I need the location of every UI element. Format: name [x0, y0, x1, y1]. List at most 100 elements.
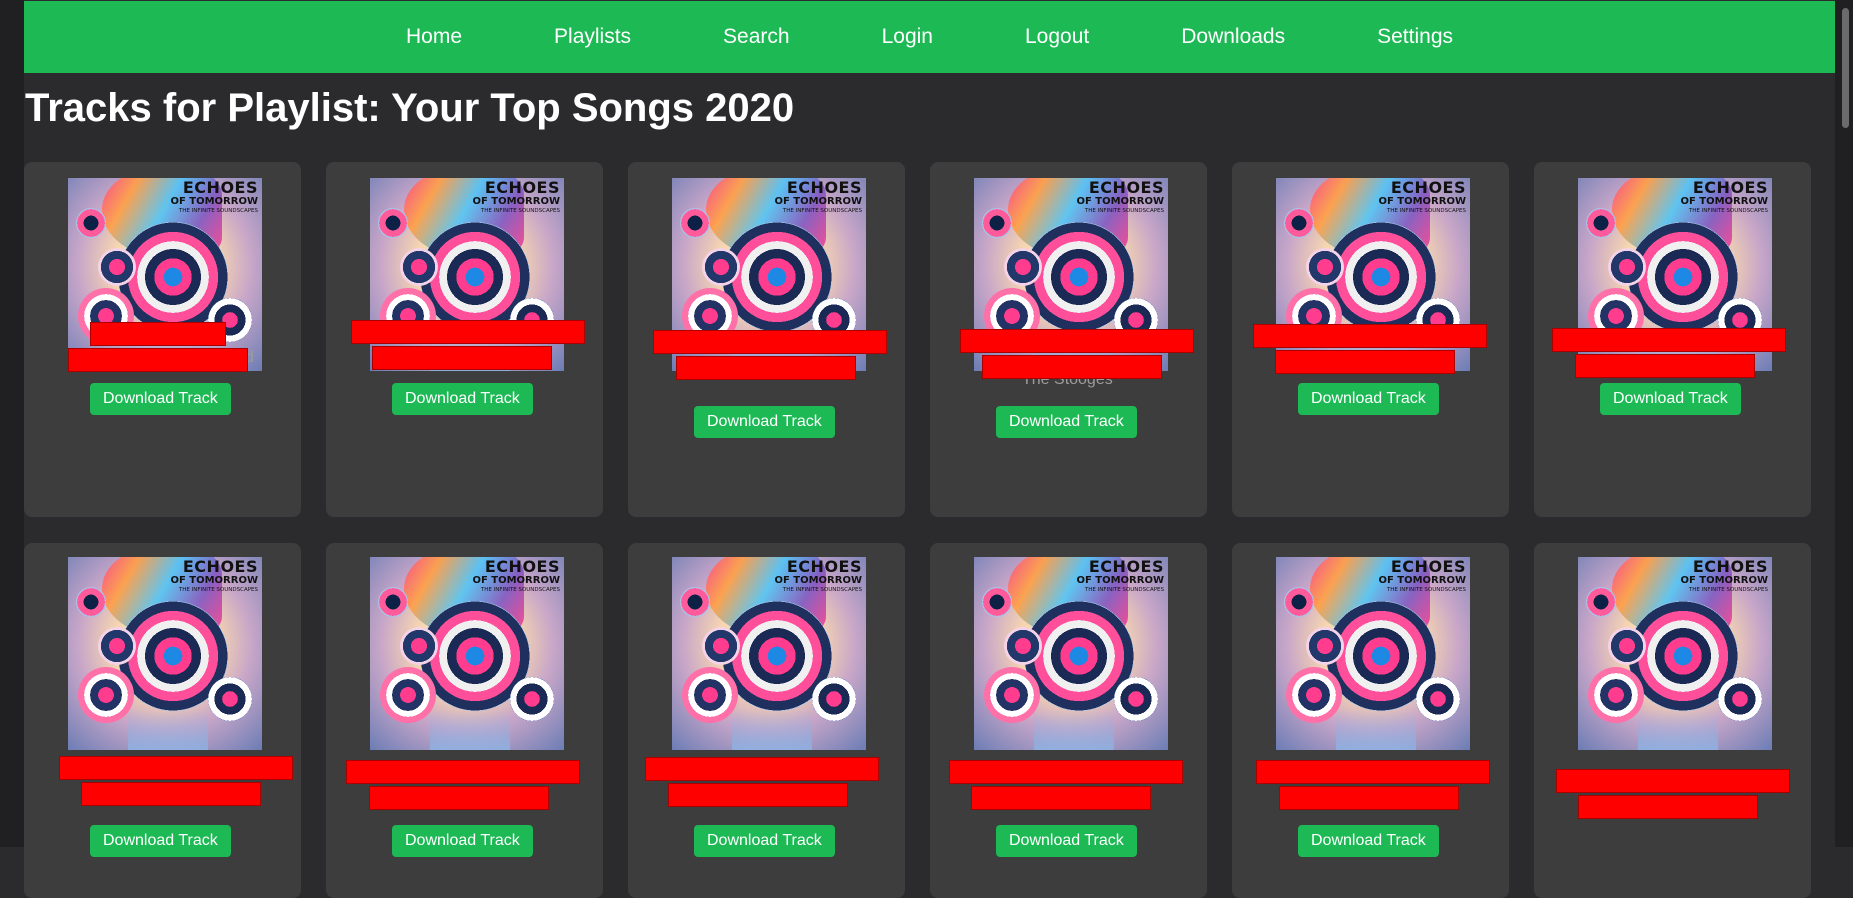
page-title: Tracks for Playlist: Your Top Songs 2020 — [25, 86, 795, 130]
cover-art-shape — [1608, 627, 1646, 665]
cover-art-shape — [98, 627, 136, 665]
track-artist-redacted — [668, 783, 848, 807]
track-card: ECHOES OF TOMORROW THE INFINITE SOUNDSCAPE… — [1534, 543, 1811, 898]
track-title-redacted — [90, 322, 226, 346]
cover-art-shape — [680, 208, 710, 238]
download-track-button[interactable]: Download Track — [694, 825, 835, 857]
top-navigation-bar: Home Playlists Search Login Logout Downl… — [24, 1, 1835, 73]
album-cover-image: ECHOES OF TOMORROW THE INFINITE SOUNDSCAPE… — [68, 557, 262, 750]
cover-art-text: OF TOMORROW — [170, 575, 258, 586]
track-title-redacted — [1552, 328, 1786, 352]
download-track-button[interactable]: Download Track — [1600, 383, 1741, 415]
cover-art-shape — [1416, 677, 1460, 721]
cover-art-shape — [1306, 627, 1344, 665]
track-title-redacted — [1556, 769, 1790, 793]
download-track-button[interactable]: Download Track — [1298, 825, 1439, 857]
download-track-button[interactable]: Download Track — [90, 383, 231, 415]
nav-list: Home Playlists Search Login Logout Downl… — [360, 25, 1499, 49]
track-card: ECHOES OF TOMORROW THE INFINITE SOUNDSCAPE… — [24, 543, 301, 898]
track-card: ECHOES OF TOMORROW THE INFINITE SOUNDSCAPE… — [1232, 543, 1509, 898]
cover-art-shape — [430, 710, 510, 750]
download-track-button[interactable]: Download Track — [996, 406, 1137, 438]
cover-art-text: OF TOMORROW — [170, 196, 258, 207]
cover-art-title: ECHOES OF TOMORROW THE INFINITE SOUNDSCAPE… — [1680, 180, 1768, 215]
cover-art-shape — [78, 667, 134, 723]
cover-art-shape — [1586, 587, 1616, 617]
cover-art-text: OF TOMORROW — [1378, 196, 1466, 207]
nav-login-link[interactable]: Login — [836, 25, 979, 49]
cover-art-text: ECHOES — [182, 178, 258, 197]
cover-art-title: ECHOES OF TOMORROW THE INFINITE SOUNDSCAPE… — [774, 559, 862, 594]
cover-art-text: ECHOES — [182, 557, 258, 576]
download-track-button[interactable]: Download Track — [694, 406, 835, 438]
cover-art-text: ECHOES — [1692, 178, 1768, 197]
cover-art-title: ECHOES OF TOMORROW THE INFINITE SOUNDSCAPE… — [1378, 559, 1466, 594]
cover-art-shape — [1588, 667, 1644, 723]
track-card: ECHOES OF TOMORROW THE INFINITE SOUNDSCAPE… — [1534, 162, 1811, 517]
cover-art-title: ECHOES OF TOMORROW THE INFINITE SOUNDSCAPE… — [472, 559, 560, 594]
cover-art-shape — [702, 248, 740, 286]
download-track-button[interactable]: Download Track — [90, 825, 231, 857]
track-artist-redacted — [1275, 350, 1455, 374]
cover-art-shape — [1586, 208, 1616, 238]
scrollbar-thumb[interactable] — [1842, 8, 1849, 128]
nav-downloads-link[interactable]: Downloads — [1135, 25, 1331, 49]
cover-art-shape — [1286, 667, 1342, 723]
cover-art-shape — [510, 677, 554, 721]
cover-art-text: OF TOMORROW — [1378, 575, 1466, 586]
track-card: ECHOES OF TOMORROW THE INFINITE SOUNDSCAPE… — [326, 162, 603, 517]
nav-search-link[interactable]: Search — [677, 25, 836, 49]
download-track-button[interactable]: Download Track — [392, 825, 533, 857]
track-card: ECHOES OF TOMORROW THE INFINITE SOUNDSCAPE… — [628, 543, 905, 898]
cover-art-text: THE INFINITE SOUNDSCAPES — [480, 208, 560, 214]
cover-art-text: OF TOMORROW — [472, 575, 560, 586]
nav-logout-link[interactable]: Logout — [979, 25, 1135, 49]
cover-art-text: THE INFINITE SOUNDSCAPES — [178, 208, 258, 214]
cover-art-text: ECHOES — [1088, 178, 1164, 197]
track-artist-redacted — [1575, 354, 1755, 378]
cover-art-title: ECHOES OF TOMORROW THE INFINITE SOUNDSCAPE… — [1076, 180, 1164, 215]
cover-art-shape — [400, 248, 438, 286]
cover-art-shape — [378, 208, 408, 238]
track-title-redacted — [960, 329, 1194, 353]
cover-art-shape — [378, 587, 408, 617]
cover-art-shape — [982, 587, 1012, 617]
track-artist-redacted — [68, 348, 248, 372]
cover-art-shape — [982, 208, 1012, 238]
cover-art-shape — [702, 627, 740, 665]
scrollbar-track[interactable] — [1835, 0, 1853, 847]
download-track-button[interactable]: Download Track — [1298, 383, 1439, 415]
track-title-redacted — [645, 757, 879, 781]
cover-art-text: THE INFINITE SOUNDSCAPES — [178, 587, 258, 593]
cover-art-shape — [680, 587, 710, 617]
cover-art-shape — [128, 710, 208, 750]
album-cover-image: ECHOES OF TOMORROW THE INFINITE SOUNDSCAPE… — [974, 557, 1168, 750]
cover-art-text: THE INFINITE SOUNDSCAPES — [1084, 587, 1164, 593]
download-track-button[interactable]: Download Track — [996, 825, 1137, 857]
nav-home-link[interactable]: Home — [360, 25, 508, 49]
cover-art-text: THE INFINITE SOUNDSCAPES — [1688, 587, 1768, 593]
track-title-redacted — [949, 760, 1183, 784]
cover-art-title: ECHOES OF TOMORROW THE INFINITE SOUNDSCAPE… — [1076, 559, 1164, 594]
cover-art-text: THE INFINITE SOUNDSCAPES — [782, 587, 862, 593]
cover-art-shape — [208, 677, 252, 721]
track-artist-redacted — [1279, 786, 1459, 810]
track-card: ECHOES OF TOMORROW THE INFINITE SOUNDSCAPE… — [930, 543, 1207, 898]
track-card: ECHOES OF TOMORROW THE INFINITE SOUNDSCAPE… — [24, 162, 301, 517]
track-artist-redacted — [676, 356, 856, 380]
cover-art-shape — [812, 677, 856, 721]
download-track-button[interactable]: Download Track — [392, 383, 533, 415]
nav-settings-link[interactable]: Settings — [1331, 25, 1499, 49]
track-grid: ECHOES OF TOMORROW THE INFINITE SOUNDSCAPE… — [24, 162, 1811, 898]
cover-art-shape — [682, 667, 738, 723]
cover-art-shape — [1608, 248, 1646, 286]
track-title-redacted — [653, 330, 887, 354]
track-card: ECHOES OF TOMORROW THE INFINITE SOUNDSCAPE… — [1232, 162, 1509, 517]
cover-art-shape — [1718, 677, 1762, 721]
cover-art-text: THE INFINITE SOUNDSCAPES — [1084, 208, 1164, 214]
track-artist-redacted — [369, 786, 549, 810]
nav-playlists-link[interactable]: Playlists — [508, 25, 677, 49]
cover-art-shape — [1284, 587, 1314, 617]
cover-art-text: ECHOES — [1692, 557, 1768, 576]
track-title-redacted — [1253, 324, 1487, 348]
